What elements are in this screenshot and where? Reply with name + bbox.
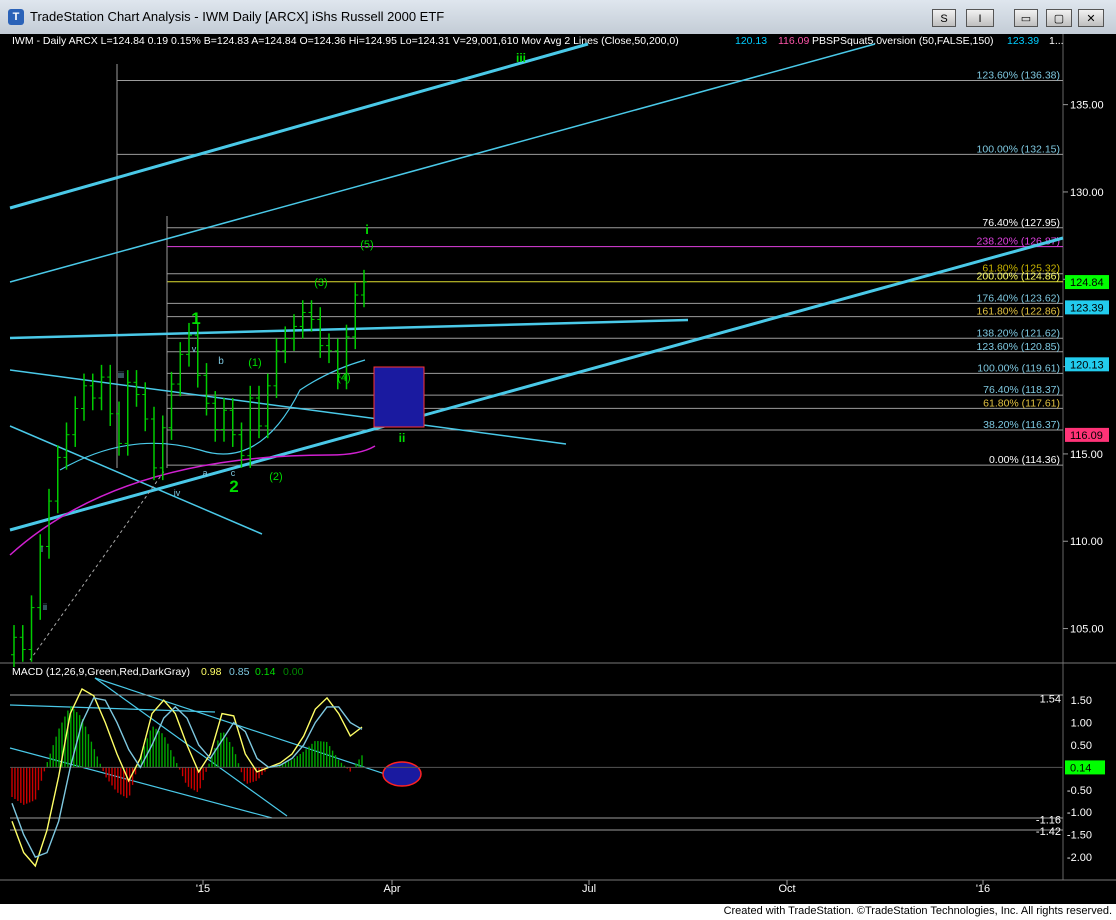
fib-level-label: 123.60% (120.85) xyxy=(977,341,1060,353)
fib-level-label: 76.40% (118.37) xyxy=(983,384,1060,396)
macd-value: 0.00 xyxy=(283,666,304,678)
minimize-button[interactable]: ▭ xyxy=(1014,9,1038,27)
macd-axis-label: -0.50 xyxy=(1067,785,1092,797)
close-button[interactable]: ✕ xyxy=(1078,9,1104,27)
target-box xyxy=(373,366,425,428)
macd-axis-label: -1.00 xyxy=(1067,807,1092,819)
fib-level-label: 200.00% (124.86) xyxy=(977,271,1060,283)
price-axis-label: 115.00 xyxy=(1070,449,1103,461)
fib-level-label: 176.40% (123.62) xyxy=(977,292,1060,304)
price-chart-svg[interactable]: IWM - Daily ARCX L=124.84 0.19 0.15% B=1… xyxy=(0,34,1116,904)
wave-label: (4) xyxy=(337,372,350,384)
fib-level-label: 161.80% (122.86) xyxy=(977,306,1060,318)
macd-current-value: 0.14 xyxy=(1070,762,1091,774)
fib-level-label: 76.40% (127.95) xyxy=(982,217,1060,229)
time-axis-label: Apr xyxy=(383,883,400,895)
wave-label: 2 xyxy=(229,477,238,496)
wave-label: iv xyxy=(174,488,181,498)
fib-level-label: 38.20% (116.37) xyxy=(983,419,1060,431)
macd-value: 0.98 xyxy=(201,666,222,678)
fib-level-label: 61.80% (117.61) xyxy=(983,397,1060,409)
macd-axis-label: -1.50 xyxy=(1067,830,1092,842)
maximize-button[interactable]: ▢ xyxy=(1046,9,1072,27)
wave-label: ii xyxy=(399,431,406,445)
wave-label: i xyxy=(365,222,369,237)
macd-axis-label: 1.54 xyxy=(1040,693,1061,705)
macd-target-ellipse xyxy=(382,761,422,787)
price-tag-value: 124.84 xyxy=(1070,277,1104,289)
price-tag-value: 120.13 xyxy=(1070,359,1104,371)
macd-axis-label: 1.50 xyxy=(1071,695,1092,707)
wave-label: (1) xyxy=(248,357,261,369)
symbol-link-button[interactable]: S xyxy=(932,9,956,27)
price-tag-value: 116.09 xyxy=(1070,430,1103,442)
macd-value: 0.85 xyxy=(229,666,250,678)
ma-value-2: 116.09 xyxy=(778,35,809,47)
fib-level-label: 138.20% (121.62) xyxy=(977,327,1060,339)
wave-label: ii xyxy=(43,602,47,612)
wave-label: iii xyxy=(516,51,526,65)
price-tag-value: 123.39 xyxy=(1070,302,1104,314)
chart-area[interactable]: IWM - Daily ARCX L=124.84 0.19 0.15% B=1… xyxy=(0,34,1116,904)
wave-label: iii xyxy=(118,370,124,380)
indicator-name: PBSPSquat5.0version (50,FALSE,150) xyxy=(812,35,994,47)
fib-level-label: 0.00% (114.36) xyxy=(989,454,1060,466)
macd-title: MACD (12,26,9,Green,Red,DarkGray) xyxy=(12,666,190,678)
macd-axis-label: -1.16 xyxy=(1036,814,1061,826)
indicator-value: 123.39 xyxy=(1007,35,1039,47)
time-axis-label: '15 xyxy=(196,883,210,895)
macd-axis-label: 1.00 xyxy=(1071,718,1092,730)
header-trail: 1... xyxy=(1049,35,1064,47)
fib-level-label: 123.60% (136.38) xyxy=(977,70,1060,82)
price-axis-label: 130.00 xyxy=(1070,187,1104,199)
wave-label: 1 xyxy=(191,309,200,328)
macd-axis-label: -1.42 xyxy=(1036,826,1061,838)
window-title: TradeStation Chart Analysis - IWM Daily … xyxy=(30,9,445,24)
fib-level-label: 100.00% (119.61) xyxy=(977,362,1060,374)
tradestation-app-icon: T xyxy=(8,9,24,25)
price-axis-label: 105.00 xyxy=(1070,624,1104,636)
window-titlebar: T TradeStation Chart Analysis - IWM Dail… xyxy=(0,0,1116,35)
ma-value-1: 120.13 xyxy=(735,35,767,47)
wave-label: (2) xyxy=(269,471,282,483)
wave-label: i xyxy=(41,544,43,554)
macd-axis-label: 0.50 xyxy=(1071,740,1092,752)
price-axis-label: 110.00 xyxy=(1070,536,1103,548)
fib-level-label: 100.00% (132.15) xyxy=(977,143,1060,155)
copyright-text: Created with TradeStation. ©TradeStation… xyxy=(723,905,1112,917)
macd-value: 0.14 xyxy=(255,666,276,678)
interval-link-button[interactable]: I xyxy=(966,9,994,27)
time-axis-label: '16 xyxy=(976,883,990,895)
price-axis-label: 135.00 xyxy=(1070,100,1104,112)
time-axis-label: Oct xyxy=(778,883,795,895)
footer-bar: Created with TradeStation. ©TradeStation… xyxy=(0,904,1116,920)
wave-label: a xyxy=(202,468,207,478)
wave-label: b xyxy=(218,356,224,367)
wave-label: v xyxy=(192,344,197,354)
wave-label: (5) xyxy=(360,239,373,251)
wave-label: (3) xyxy=(314,277,327,289)
time-axis-label: Jul xyxy=(582,883,596,895)
macd-axis-label: -2.00 xyxy=(1067,852,1092,864)
